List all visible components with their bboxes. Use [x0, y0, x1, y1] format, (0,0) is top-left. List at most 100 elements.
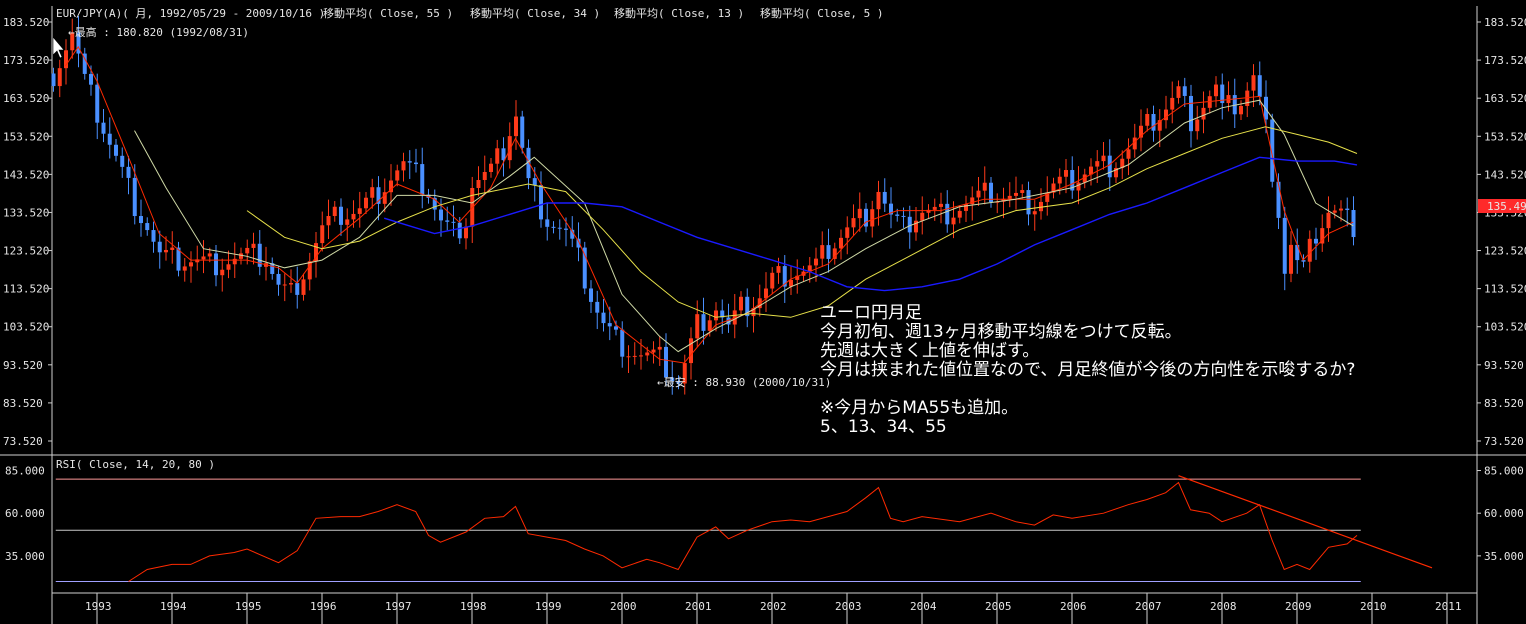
year-tick-label: 1994 — [160, 600, 187, 613]
price-tick-right: 123.520 — [1484, 245, 1526, 258]
candle-body — [414, 162, 418, 165]
candle-body — [820, 245, 825, 259]
candle-body — [1276, 181, 1281, 218]
candle-body — [226, 264, 231, 270]
candle-body — [239, 253, 243, 259]
price-tick-right: 173.520 — [1484, 54, 1526, 67]
price-tick-left: 113.520 — [3, 283, 49, 296]
candle-body — [357, 208, 362, 214]
candle-body — [107, 133, 112, 145]
year-tick-label: 2010 — [1360, 600, 1387, 613]
candle-body — [51, 73, 56, 87]
candle-body — [451, 221, 456, 223]
year-tick-label: 2000 — [610, 600, 637, 613]
high-annotation: ←最高 : 180.820 (1992/08/31) — [68, 25, 249, 39]
candle-body — [445, 220, 450, 222]
candle-body — [1026, 190, 1031, 215]
candle-body — [1076, 182, 1081, 191]
candle-body — [457, 222, 462, 239]
candle-body — [207, 253, 212, 257]
note-line-3: 先週は大きく上値を伸ばす。 — [820, 341, 1039, 361]
candle-body — [826, 245, 831, 259]
candle-body — [932, 206, 937, 210]
candle-body — [976, 190, 981, 198]
candle-body — [1301, 260, 1306, 262]
candle-body — [1020, 190, 1025, 193]
candle-body — [951, 217, 956, 225]
eurjpy-monthly-chart: 183.520 173.520 163.520 153.520 143.520 133.5… — [0, 0, 1526, 624]
year-tick-label: 2001 — [685, 600, 712, 613]
candle-body — [1314, 238, 1318, 244]
candle-body — [1176, 86, 1181, 98]
candle-body — [182, 266, 187, 271]
ma34-label: 移動平均( Close, 34 ) — [470, 6, 600, 20]
candle-body — [1245, 90, 1250, 106]
candle-body — [714, 310, 718, 321]
candle-body — [564, 228, 568, 230]
candle-body — [839, 237, 843, 249]
candle-body — [1307, 238, 1312, 262]
candle-body — [664, 346, 668, 378]
rsi-tick-right: 60.000 — [1484, 507, 1524, 520]
year-tick-label: 1997 — [385, 600, 412, 613]
candle-body — [707, 320, 712, 331]
candle-body — [220, 269, 225, 276]
candle-body — [1295, 244, 1300, 261]
price-tick-right: 163.520 — [1484, 92, 1526, 105]
year-tick-label: 2008 — [1210, 600, 1237, 613]
candle-body — [495, 148, 500, 164]
price-tick-left: 173.520 — [3, 54, 49, 67]
candle-body — [1332, 210, 1337, 213]
year-tick-label: 2006 — [1060, 600, 1087, 613]
candle-body — [276, 273, 281, 285]
candle-body — [201, 256, 206, 260]
rsi-tick-left: 85.000 — [5, 465, 45, 478]
candle-body — [626, 356, 631, 358]
candle-body — [514, 116, 518, 137]
year-tick-label: 1999 — [535, 600, 562, 613]
price-tick-right: 83.520 — [1484, 397, 1524, 410]
candle-body — [520, 116, 525, 148]
year-tick-label: 1995 — [235, 600, 262, 613]
candle-body — [545, 219, 550, 227]
low-annotation: ←最安 : 88.930 (2000/10/31) — [657, 375, 831, 389]
candle-body — [639, 355, 643, 357]
candle-body — [57, 68, 62, 87]
candle-body — [1107, 155, 1112, 178]
candle-body — [89, 73, 93, 85]
candle-body — [870, 209, 875, 227]
candle-body — [907, 216, 912, 233]
note-line-6: ※今月からMA55も追加。 — [820, 398, 1018, 418]
candle-body — [764, 288, 768, 299]
candle-body — [189, 262, 193, 267]
candle-body — [620, 329, 625, 357]
price-tick-right: 73.520 — [1484, 435, 1524, 448]
price-tick-left: 153.520 — [3, 130, 49, 143]
rsi-tick-left: 60.000 — [5, 507, 45, 520]
candle-body — [651, 349, 656, 353]
candle-body — [301, 279, 306, 295]
candle-body — [964, 204, 968, 211]
candle-body — [1189, 95, 1193, 132]
price-tick-right: 143.520 — [1484, 168, 1526, 181]
candle-body — [507, 136, 512, 161]
candle-body — [557, 227, 562, 229]
candle-body — [289, 283, 293, 285]
candle-body — [489, 163, 493, 173]
candle-body — [1326, 212, 1331, 229]
candle-body — [939, 203, 943, 207]
candle-body — [1014, 192, 1018, 196]
candle-body — [851, 218, 856, 228]
candle-body — [170, 247, 175, 250]
candle-body — [245, 247, 250, 254]
candle-body — [95, 84, 100, 123]
rsi-tick-left: 35.000 — [5, 550, 45, 563]
candle-body — [476, 180, 481, 189]
candle-body — [701, 314, 706, 331]
candle-body — [582, 247, 587, 289]
year-tick-label: 2005 — [985, 600, 1012, 613]
candle-body — [464, 226, 468, 239]
candle-body — [814, 258, 818, 266]
candle-body — [351, 213, 356, 220]
candle-body — [1214, 84, 1218, 97]
